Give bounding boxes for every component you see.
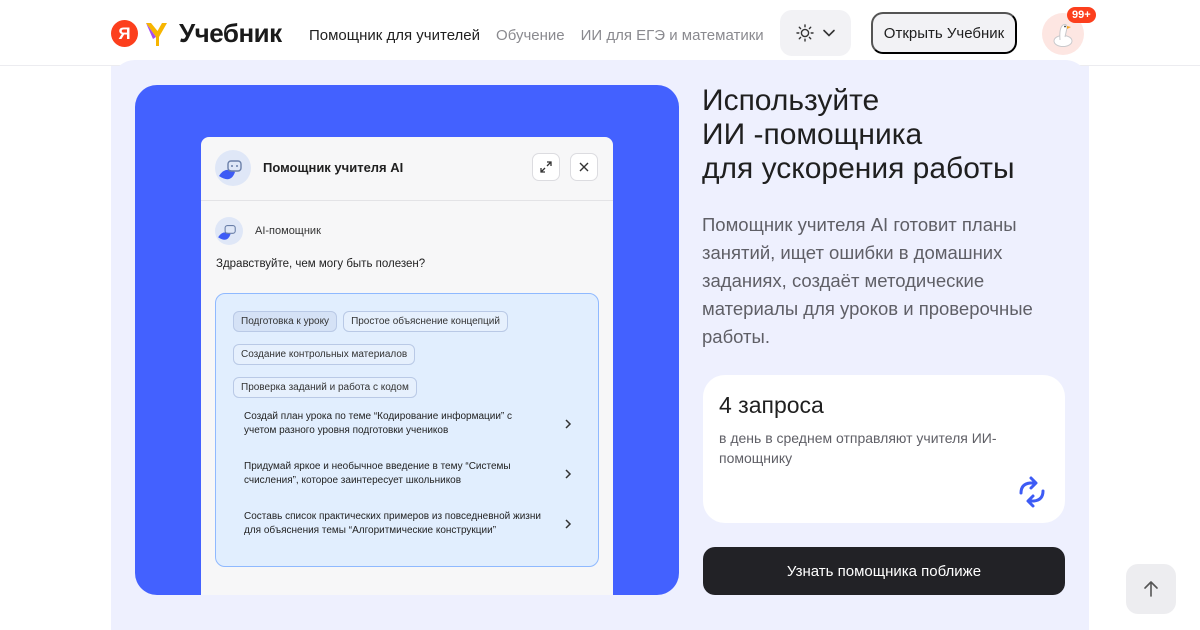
yandex-logo-icon: Я: [111, 20, 138, 47]
scroll-to-top-button[interactable]: [1126, 564, 1176, 614]
chevron-down-icon: [822, 29, 835, 37]
assistant-avatar-icon: [215, 150, 251, 186]
chevron-right-icon: [565, 519, 572, 529]
goose-avatar-icon: [1053, 23, 1073, 47]
chevron-right-icon: [565, 469, 572, 479]
assistant-name: AI-помощник: [255, 225, 321, 237]
suggestions-box: Подготовка к уроку Простое объяснение ко…: [215, 293, 599, 567]
prompt-text: Составь список практических примеров из …: [244, 511, 541, 536]
assistant-mockup-panel: Помощник учителя AI AI-помощник Здравств…: [201, 137, 613, 595]
prompt-list: Создай план урока по теме “Кодирование и…: [244, 410, 574, 560]
logo-text: Учебник: [179, 18, 282, 48]
uchebnik-logo-icon: [146, 22, 167, 46]
stat-description: в день в среднем отправляют учителя ИИ-п…: [719, 430, 997, 466]
assistant-message-avatar-icon: [215, 217, 243, 245]
close-icon: [579, 162, 589, 172]
chip-simple-explanations[interactable]: Простое объяснение концепций: [343, 311, 508, 332]
close-button[interactable]: [570, 153, 598, 181]
prompt-item[interactable]: Создай план урока по теме “Кодирование и…: [244, 410, 574, 460]
topic-chips: Подготовка к уроку Простое объяснение ко…: [233, 311, 583, 398]
chip-test-materials[interactable]: Создание контрольных материалов: [233, 344, 416, 365]
expand-button[interactable]: [532, 153, 560, 181]
hero-description: Помощник учителя AI готовит планы заняти…: [702, 214, 1033, 347]
hero-heading: Используйте ИИ -помощника для ускорения …: [702, 84, 1082, 186]
site-header: Я Учебник Помощник для учителей Обучение…: [0, 0, 1200, 66]
chip-lesson-prep[interactable]: Подготовка к уроку: [233, 311, 338, 332]
hero-heading-line: Используйте: [702, 84, 880, 117]
nav-ai-ege-math[interactable]: ИИ для ЕГЭ и математики: [581, 27, 764, 44]
chevron-right-icon: [565, 419, 572, 429]
stat-value: 4 запроса: [719, 392, 824, 418]
stat-card: 4 запроса в день в среднем отправляют уч…: [703, 375, 1065, 523]
nav-learning[interactable]: Обучение: [496, 27, 565, 44]
logo[interactable]: Я Учебник: [111, 18, 282, 49]
arrow-up-icon: [1144, 581, 1158, 597]
main-nav: Помощник для учителей Обучение ИИ для ЕГ…: [309, 27, 764, 44]
sun-icon: [795, 24, 814, 42]
prompt-text: Придумай яркое и необычное введение в те…: [244, 461, 511, 486]
learn-assistant-button[interactable]: Узнать помощника поближе: [703, 547, 1065, 595]
assistant-preview-card: Помощник учителя AI AI-помощник Здравств…: [135, 85, 679, 595]
hero-heading-line: ИИ -помощника: [702, 118, 923, 151]
nav-teacher-assistant[interactable]: Помощник для учителей: [309, 27, 480, 44]
hero-heading-line: для ускорения работы: [702, 152, 1015, 185]
theme-switcher-button[interactable]: [780, 10, 851, 56]
assistant-greeting: Здравствуйте, чем могу быть полезен?: [216, 258, 426, 270]
prompt-text: Создай план урока по теме “Кодирование и…: [244, 411, 513, 436]
open-uchebnik-button[interactable]: Открыть Учебник: [871, 12, 1017, 54]
notification-badge: 99+: [1067, 7, 1096, 23]
prompt-item[interactable]: Придумай яркое и необычное введение в те…: [244, 460, 574, 510]
prompt-item[interactable]: Составь список практических примеров из …: [244, 510, 574, 560]
expand-icon: [540, 161, 552, 173]
mockup-title: Помощник учителя AI: [263, 160, 404, 175]
chip-check-code[interactable]: Проверка заданий и работа с кодом: [233, 377, 417, 398]
refresh-arrows-icon: [1019, 476, 1045, 508]
mockup-header: Помощник учителя AI: [201, 137, 613, 201]
